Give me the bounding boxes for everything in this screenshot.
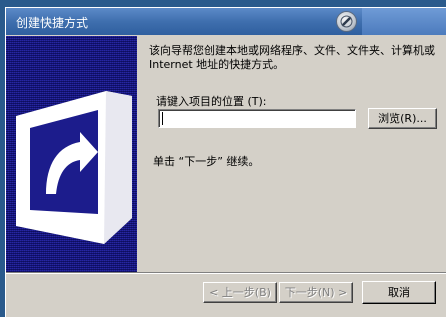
wizard-description: 该向导帮您创建本地或网络程序、文件、文件夹、计算机或 Internet 地址的快… [149,44,435,71]
help-icon[interactable] [336,11,357,32]
cancel-button[interactable]: 取消 [362,281,436,304]
browse-button[interactable]: 浏览(R)... [368,108,437,129]
location-input[interactable] [158,109,356,128]
create-shortcut-dialog: 创建快捷方式 该向导帮您创建本地或网络程序、文件、文件夹、计算机或 Intern… [5,7,446,317]
window-title: 创建快捷方式 [16,16,89,30]
back-button[interactable]: < 上一步(B) [203,282,277,303]
close-button[interactable] [362,8,446,35]
location-label: 请键入项目的位置 (T): [156,95,267,108]
text-caret [162,112,163,125]
shortcut-arrow-icon [16,91,132,244]
continue-instruction: 单击 “下一步” 继续。 [153,155,260,168]
footer-divider [6,272,446,274]
wizard-side-panel [6,36,137,272]
title-bar[interactable]: 创建快捷方式 [6,8,446,35]
next-button[interactable]: 下一步(N) > [279,282,353,303]
